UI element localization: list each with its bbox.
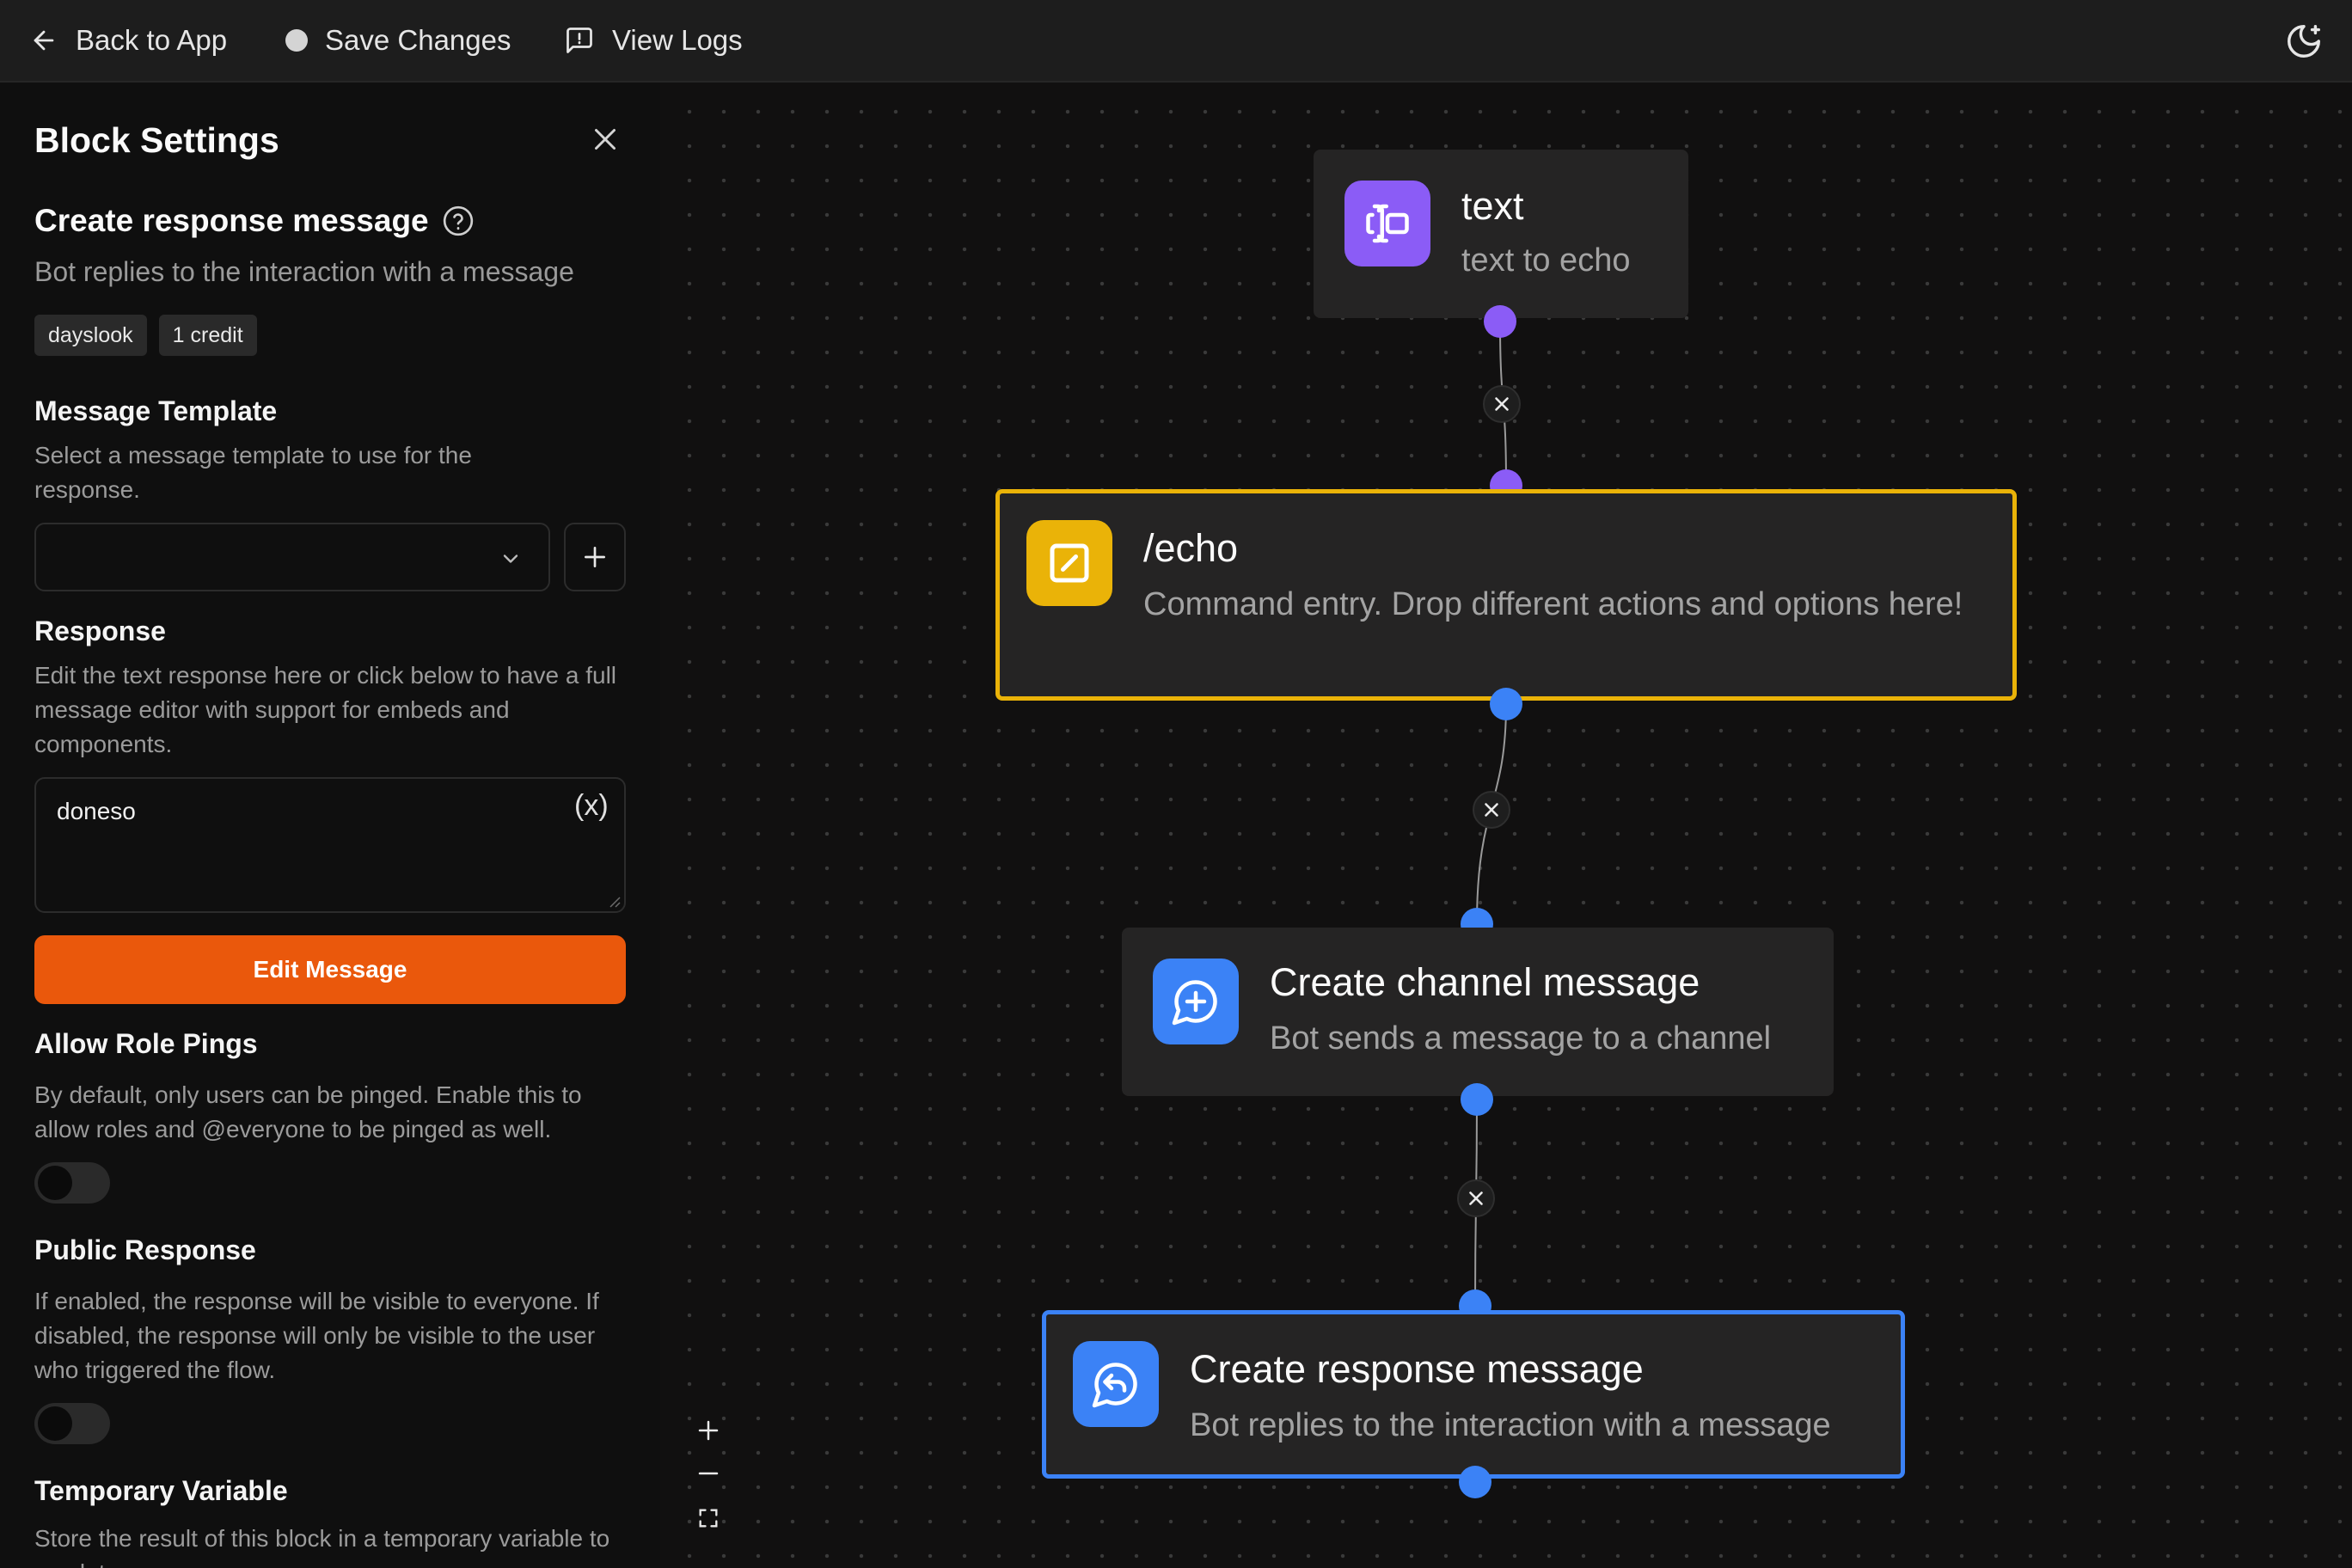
node-title: /echo — [1143, 526, 1239, 570]
save-changes-button[interactable]: Save Changes — [285, 0, 511, 82]
view-logs-button[interactable]: View Logs — [564, 0, 743, 82]
node-title: Create response message — [1190, 1347, 1644, 1391]
toggle-knob — [38, 1406, 72, 1441]
delete-edge-button[interactable] — [1483, 385, 1521, 423]
slash-command-icon — [1026, 520, 1112, 606]
temp-variable-help: Store the result of this block in a temp… — [34, 1525, 610, 1568]
theme-toggle-button[interactable] — [2282, 19, 2326, 64]
resize-handle-icon[interactable] — [609, 896, 621, 908]
minus-icon — [698, 1472, 719, 1475]
message-template-label: Message Template — [34, 395, 278, 426]
node-command-entry[interactable]: /echo Command entry. Drop different acti… — [995, 489, 2017, 701]
node-description: Bot sends a message to a channel — [1270, 1020, 1772, 1057]
node-create-response-message[interactable]: Create response message Bot replies to t… — [1042, 1310, 1905, 1479]
response-textarea[interactable]: doneso — [34, 777, 626, 913]
public-response-toggle[interactable] — [34, 1403, 110, 1444]
top-bar: Back to App Save Changes View Logs — [0, 0, 2352, 83]
node-description: Command entry. Drop different actions an… — [1143, 586, 1963, 622]
public-response-help: If enabled, the response will be visible… — [34, 1288, 599, 1383]
message-plus-icon — [1153, 959, 1239, 1044]
close-icon — [595, 129, 616, 150]
flow-canvas[interactable]: text text to echo /echo Command entry. D… — [660, 83, 2352, 1568]
unsaved-dot-icon — [285, 29, 308, 52]
message-square-icon — [567, 28, 592, 53]
back-to-app-label: Back to App — [76, 24, 228, 56]
role-pings-toggle[interactable] — [34, 1162, 110, 1204]
tag-badge: dayslook — [34, 315, 147, 356]
close-icon — [1485, 803, 1498, 817]
block-settings-panel: Block Settings Create response message B… — [0, 83, 660, 1568]
delete-edge-button[interactable] — [1457, 1179, 1495, 1217]
view-logs-label: View Logs — [612, 24, 743, 56]
node-description: text to echo — [1461, 242, 1631, 279]
plus-icon — [585, 547, 605, 567]
plus-icon — [698, 1420, 719, 1441]
moon-icon — [2288, 25, 2320, 58]
add-template-button[interactable] — [564, 523, 626, 591]
node-create-channel-message[interactable]: Create channel message Bot sends a messa… — [1122, 928, 1834, 1096]
text-cursor-icon — [1344, 181, 1430, 266]
output-handle[interactable] — [1490, 688, 1522, 720]
arrow-left-icon — [34, 30, 54, 51]
zoom-out-button[interactable] — [691, 1456, 726, 1491]
message-template-select[interactable] — [34, 523, 550, 591]
response-help: Edit the text response here or click bel… — [34, 662, 617, 757]
close-icon — [1469, 1191, 1483, 1205]
credit-badge: 1 credit — [158, 315, 257, 356]
panel-title: Block Settings — [34, 120, 279, 160]
role-pings-help: By default, only users can be pinged. En… — [34, 1081, 582, 1142]
block-name: Create response message — [34, 203, 429, 238]
save-changes-label: Save Changes — [325, 24, 511, 56]
node-text-option[interactable]: text text to echo — [1314, 150, 1688, 318]
output-handle[interactable] — [1461, 1083, 1493, 1116]
node-title: Create channel message — [1270, 960, 1700, 1004]
back-to-app-button[interactable]: Back to App — [29, 0, 227, 82]
block-name-heading: Create response message — [34, 203, 475, 239]
output-handle[interactable] — [1459, 1466, 1491, 1498]
toggle-knob — [38, 1166, 72, 1200]
role-pings-label: Allow Role Pings — [34, 1028, 258, 1059]
node-description: Bot replies to the interaction with a me… — [1190, 1407, 1831, 1443]
edit-message-button[interactable]: Edit Message — [34, 935, 626, 1004]
close-icon — [1495, 397, 1509, 411]
zoom-in-button[interactable] — [691, 1413, 726, 1448]
block-description: Bot replies to the interaction with a me… — [34, 256, 574, 287]
block-tags: dayslook 1 credit — [34, 315, 257, 356]
response-value: doneso — [57, 798, 136, 824]
message-template-help: Select a message template to use for the… — [34, 442, 472, 503]
chevron-down-icon — [503, 554, 518, 563]
message-reply-icon — [1073, 1341, 1159, 1427]
response-label: Response — [34, 616, 166, 646]
fit-view-button[interactable] — [691, 1501, 726, 1535]
temp-variable-label: Temporary Variable — [34, 1475, 288, 1506]
insert-variable-icon[interactable]: (x) — [574, 789, 609, 823]
help-circle-icon[interactable] — [441, 204, 475, 238]
fit-view-icon — [699, 1509, 718, 1528]
close-panel-button[interactable] — [585, 119, 626, 160]
public-response-label: Public Response — [34, 1234, 256, 1265]
delete-edge-button[interactable] — [1473, 791, 1510, 829]
node-title: text — [1461, 184, 1524, 228]
output-handle[interactable] — [1484, 305, 1516, 338]
